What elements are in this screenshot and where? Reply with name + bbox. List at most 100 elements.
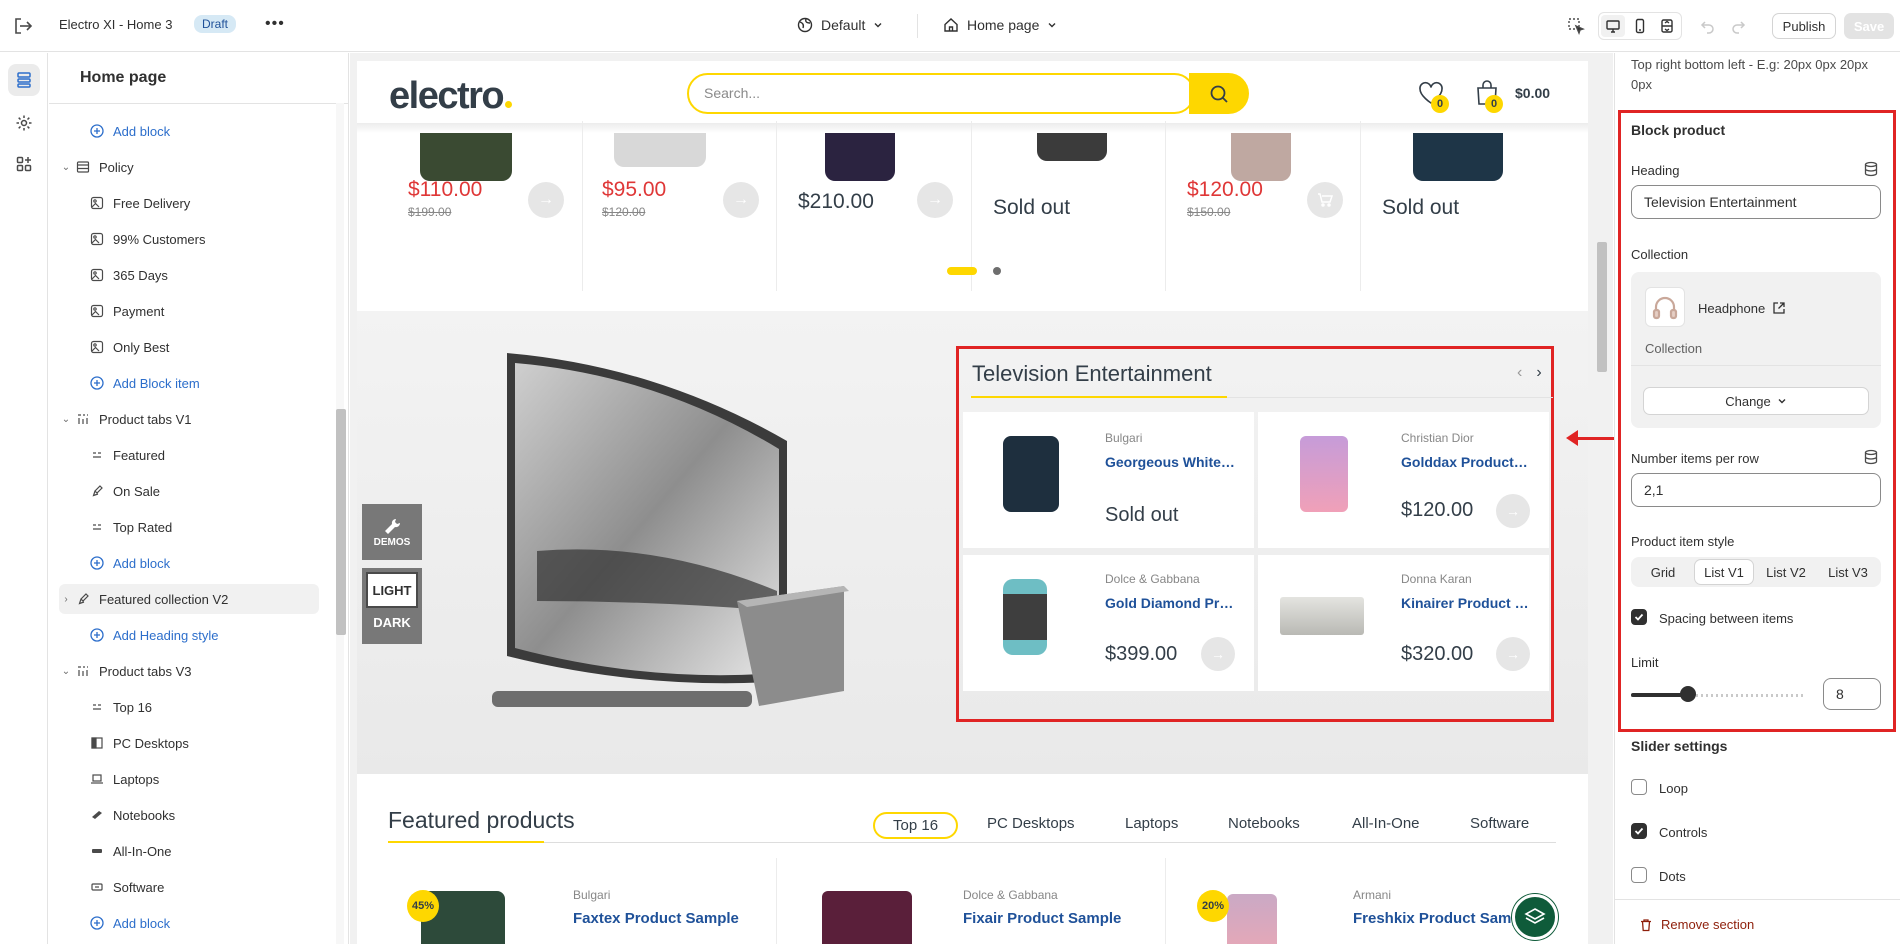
publish-button[interactable]: Publish xyxy=(1772,13,1836,39)
chat-widget-button[interactable] xyxy=(1512,894,1558,940)
tree-item-pc-desktops[interactable]: PC Desktops xyxy=(59,728,319,758)
product-name[interactable]: Golddax Product Sample xyxy=(1401,454,1531,470)
tree-item-all-in-one[interactable]: All-In-One xyxy=(59,836,319,866)
sections-icon[interactable] xyxy=(8,64,40,96)
add-to-cart-button[interactable]: → xyxy=(723,182,759,218)
add-to-cart-button[interactable]: → xyxy=(1496,494,1530,528)
add-to-cart-button[interactable]: → xyxy=(1496,637,1530,671)
add-to-cart-button[interactable]: → xyxy=(528,182,564,218)
add-heading-style-button[interactable]: Add Heading style xyxy=(59,620,319,650)
tree-item-featured[interactable]: Featured xyxy=(59,440,319,470)
chevron-down-icon[interactable]: ⌄ xyxy=(59,162,73,173)
tree-item-product-tabs-v3[interactable]: ⌄ Product tabs V3 xyxy=(59,656,319,686)
product-name[interactable]: Kinairer Product Sample xyxy=(1401,595,1531,611)
tree-item-99-customers[interactable]: 99% Customers xyxy=(59,224,319,254)
product-image[interactable] xyxy=(1227,894,1277,944)
product-name[interactable]: Freshkix Product Sample xyxy=(1353,910,1533,927)
tree-item-notebooks[interactable]: Notebooks xyxy=(59,800,319,830)
demos-button[interactable]: DEMOS xyxy=(362,504,422,560)
search-button[interactable] xyxy=(1189,73,1249,114)
tabs-section-icon xyxy=(75,663,91,679)
tree-item-top-rated[interactable]: Top Rated xyxy=(59,512,319,542)
mini-product-card[interactable]: Bulgari Georgeous White Product Sample S… xyxy=(963,412,1254,548)
product-image[interactable] xyxy=(1413,133,1503,181)
chevron-right-icon[interactable]: › xyxy=(59,594,73,605)
theme-selector[interactable]: Default xyxy=(797,17,883,33)
apps-icon[interactable] xyxy=(8,148,40,180)
tab-pc-desktops[interactable]: PC Desktops xyxy=(987,815,1075,832)
product-image[interactable] xyxy=(1037,133,1107,161)
tree-item-product-tabs-v1[interactable]: ⌄ Product tabs V1 xyxy=(59,404,319,434)
dots-checkbox[interactable] xyxy=(1631,867,1647,883)
theme-mode-toggle[interactable]: LIGHT DARK xyxy=(362,568,422,644)
tree-item-payment[interactable]: Payment xyxy=(59,296,319,326)
product-name[interactable]: Fixair Product Sample xyxy=(963,910,1121,927)
dark-mode-option[interactable]: DARK xyxy=(373,615,411,630)
tab-top-16[interactable]: Top 16 xyxy=(873,812,959,839)
chevron-down-icon[interactable]: ⌄ xyxy=(59,666,73,677)
product-name[interactable]: Georgeous White Product Sample xyxy=(1105,454,1235,470)
add-block-button[interactable]: Add block xyxy=(59,548,319,578)
undo-icon[interactable] xyxy=(1696,14,1720,38)
tree-item-policy[interactable]: ⌄ Policy xyxy=(59,152,319,182)
light-mode-option[interactable]: LIGHT xyxy=(366,572,418,608)
mini-product-card[interactable]: Christian Dior Golddax Product Sample $1… xyxy=(1258,412,1549,548)
add-to-cart-button[interactable]: → xyxy=(1201,637,1235,671)
carousel-dot[interactable] xyxy=(993,267,1001,275)
inspector-icon[interactable] xyxy=(1564,14,1588,38)
tree-item-featured-collection-v2[interactable]: › Featured collection V2 xyxy=(59,584,319,614)
add-block-button[interactable]: Add block xyxy=(59,116,319,146)
product-name[interactable]: Gold Diamond Product Sample xyxy=(1105,595,1235,611)
tab-laptops[interactable]: Laptops xyxy=(1125,815,1178,832)
add-to-cart-button[interactable]: → xyxy=(917,182,953,218)
tree-item-free-delivery[interactable]: Free Delivery xyxy=(59,188,319,218)
tree-item-laptops[interactable]: Laptops xyxy=(59,764,319,794)
loop-checkbox[interactable] xyxy=(1631,779,1647,795)
store-logo[interactable]: electro xyxy=(389,75,513,118)
product-image[interactable] xyxy=(1280,597,1364,635)
product-image[interactable] xyxy=(825,133,895,181)
tree-item-software[interactable]: Software xyxy=(59,872,319,902)
add-block-button[interactable]: Add block xyxy=(59,908,319,938)
controls-checkbox[interactable] xyxy=(1631,823,1647,839)
carousel-dot-active[interactable] xyxy=(947,267,977,275)
chevron-left-icon[interactable]: ‹ xyxy=(1517,364,1522,382)
page-selector[interactable]: Home page xyxy=(943,17,1057,33)
tree-item-only-best[interactable]: Only Best xyxy=(59,332,319,362)
product-image[interactable] xyxy=(1231,133,1291,181)
mini-product-card[interactable]: Donna Karan Kinairer Product Sample $320… xyxy=(1258,555,1549,691)
tree-item-on-sale[interactable]: On Sale xyxy=(59,476,319,506)
tree-item-top-16[interactable]: Top 16 xyxy=(59,692,319,722)
product-image[interactable] xyxy=(614,133,706,167)
product-name[interactable]: Faxtex Product Sample xyxy=(573,910,739,927)
product-image[interactable] xyxy=(1300,436,1348,512)
save-button[interactable]: Save xyxy=(1844,13,1894,39)
product-image[interactable] xyxy=(420,133,512,181)
settings-gear-icon[interactable] xyxy=(8,107,40,139)
tab-software[interactable]: Software xyxy=(1470,815,1529,832)
preview-scrollbar[interactable] xyxy=(1593,53,1609,944)
mobile-icon[interactable] xyxy=(1628,15,1652,37)
tab-all-in-one[interactable]: All-In-One xyxy=(1352,815,1420,832)
scrollbar-thumb[interactable] xyxy=(1597,242,1607,372)
product-image[interactable] xyxy=(1003,579,1047,655)
chevron-right-icon[interactable]: › xyxy=(1536,364,1541,382)
tab-notebooks[interactable]: Notebooks xyxy=(1228,815,1300,832)
add-to-cart-button[interactable] xyxy=(1307,182,1343,218)
chevron-down-icon[interactable]: ⌄ xyxy=(59,414,73,425)
desktop-icon[interactable] xyxy=(1601,15,1625,37)
add-block-item-button[interactable]: Add Block item xyxy=(59,368,319,398)
sidebar-scrollbar[interactable] xyxy=(333,103,347,944)
fullscreen-icon[interactable] xyxy=(1655,15,1679,37)
tv-illustration xyxy=(492,353,849,707)
more-actions-button[interactable]: ••• xyxy=(265,15,285,33)
exit-icon[interactable] xyxy=(12,16,34,36)
scrollbar-thumb[interactable] xyxy=(336,409,346,635)
remove-section-button[interactable]: Remove section xyxy=(1639,917,1754,932)
tree-item-365-days[interactable]: 365 Days xyxy=(59,260,319,290)
product-image[interactable] xyxy=(822,891,912,944)
product-image[interactable] xyxy=(1003,436,1059,512)
store-search-input[interactable] xyxy=(687,73,1195,114)
redo-icon[interactable] xyxy=(1726,14,1750,38)
mini-product-card[interactable]: Dolce & Gabbana Gold Diamond Product Sam… xyxy=(963,555,1254,691)
